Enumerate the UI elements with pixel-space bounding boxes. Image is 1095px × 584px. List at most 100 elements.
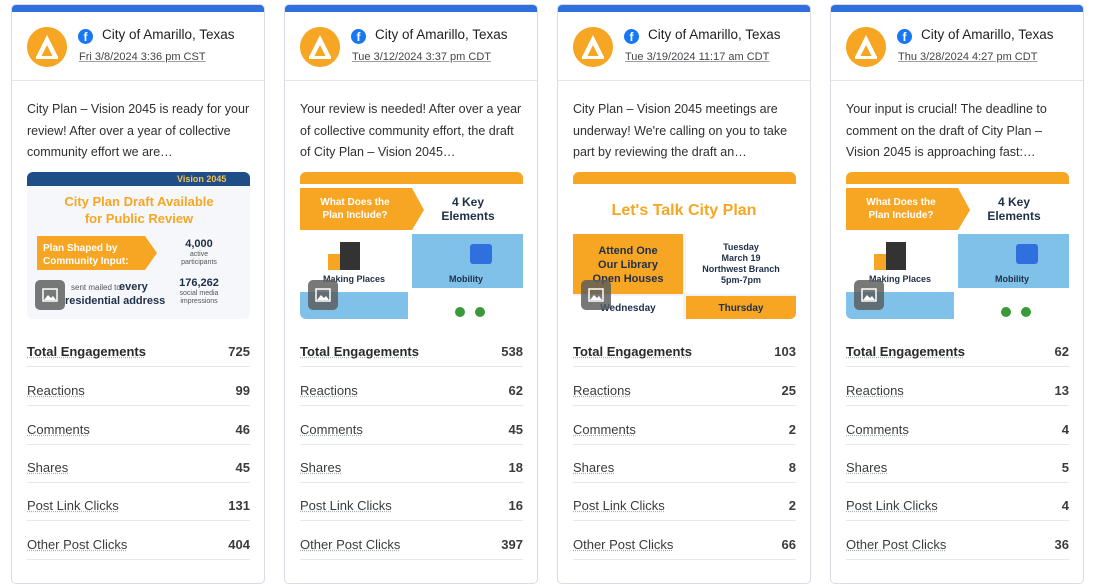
page-name[interactable]: City of Amarillo, Texas: [375, 27, 508, 42]
metric-label[interactable]: Post Link Clicks: [846, 498, 938, 513]
image-text: 4 Key: [452, 195, 484, 209]
metric-row: Shares 18: [300, 456, 523, 483]
metric-row: Other Post Clicks 66: [573, 533, 796, 560]
metric-row: Comments 2: [573, 418, 796, 445]
metric-row: Total Engagements 538: [300, 340, 523, 367]
post-image[interactable]: Vision 2045 City Plan Draft Available fo…: [27, 172, 250, 319]
page-name[interactable]: City of Amarillo, Texas: [102, 27, 235, 42]
metric-value: 16: [508, 498, 523, 513]
avatar[interactable]: [573, 27, 613, 67]
metric-label[interactable]: Shares: [846, 460, 887, 475]
post-date-link[interactable]: Tue 3/12/2024 3:37 pm CDT: [352, 51, 491, 63]
metric-row: Reactions 99: [27, 379, 250, 406]
metric-value: 397: [501, 537, 523, 552]
image-gallery-icon[interactable]: [581, 280, 611, 310]
metric-row: Post Link Clicks 16: [300, 494, 523, 521]
metric-label[interactable]: Post Link Clicks: [573, 498, 665, 513]
metric-label[interactable]: Total Engagements: [846, 344, 965, 359]
metric-row: Other Post Clicks 404: [27, 533, 250, 560]
metric-label[interactable]: Comments: [573, 422, 636, 437]
post-image[interactable]: What Does the Plan Include? 4 Key Elemen…: [846, 172, 1069, 319]
post-image[interactable]: Let's Talk City Plan Attend One Our Libr…: [573, 172, 796, 319]
metric-label[interactable]: Other Post Clicks: [300, 537, 400, 552]
post-card: f City of Amarillo, Texas Tue 3/12/2024 …: [284, 4, 538, 584]
metric-value: 2: [788, 498, 796, 513]
metric-value: 4: [1061, 498, 1069, 513]
image-text: City Plan Draft Available: [64, 194, 213, 209]
metric-row: Post Link Clicks 2: [573, 494, 796, 521]
metric-label[interactable]: Shares: [573, 460, 614, 475]
image-text: 5pm-7pm: [721, 275, 761, 285]
avatar[interactable]: [27, 27, 67, 67]
metric-label[interactable]: Reactions: [300, 383, 358, 398]
image-text: Tuesday: [723, 242, 759, 252]
metric-label[interactable]: Comments: [300, 422, 363, 437]
metric-row: Comments 46: [27, 418, 250, 445]
post-message: City Plan – Vision 2045 is ready for you…: [27, 102, 250, 159]
metric-row: Reactions 25: [573, 379, 796, 406]
metric-value: 131: [228, 498, 250, 513]
metric-label[interactable]: Other Post Clicks: [846, 537, 946, 552]
amarillo-logo-icon: [846, 27, 886, 67]
post-card: f City of Amarillo, Texas Thu 3/28/2024 …: [830, 4, 1084, 584]
image-text: for Public Review: [85, 211, 194, 226]
page-name[interactable]: City of Amarillo, Texas: [648, 27, 781, 42]
metric-label[interactable]: Post Link Clicks: [27, 498, 119, 513]
metric-label[interactable]: Other Post Clicks: [27, 537, 127, 552]
card-header: f City of Amarillo, Texas Tue 3/19/2024 …: [558, 12, 810, 81]
metric-label[interactable]: Other Post Clicks: [573, 537, 673, 552]
metric-value: 725: [228, 344, 250, 359]
metric-row: Reactions 62: [300, 379, 523, 406]
image-text: Thursday: [718, 303, 763, 314]
metric-row: Other Post Clicks 397: [300, 533, 523, 560]
post-card: f City of Amarillo, Texas Fri 3/8/2024 3…: [11, 4, 265, 584]
metric-label[interactable]: Total Engagements: [27, 344, 146, 359]
post-date-link[interactable]: Thu 3/28/2024 4:27 pm CDT: [898, 51, 1037, 63]
facebook-icon: f: [78, 29, 93, 44]
image-text: sent mailed to: [71, 283, 121, 292]
metric-label[interactable]: Comments: [846, 422, 909, 437]
metric-value: 5: [1061, 460, 1069, 475]
metric-label[interactable]: Total Engagements: [573, 344, 692, 359]
metric-value: 13: [1054, 383, 1069, 398]
metric-label[interactable]: Total Engagements: [300, 344, 419, 359]
metric-label[interactable]: Reactions: [846, 383, 904, 398]
metric-value: 538: [501, 344, 523, 359]
page-name[interactable]: City of Amarillo, Texas: [921, 27, 1054, 42]
metric-label[interactable]: Shares: [300, 460, 341, 475]
avatar[interactable]: [846, 27, 886, 67]
image-gallery-icon[interactable]: [35, 280, 65, 310]
metric-value: 45: [235, 460, 250, 475]
image-gallery-icon[interactable]: [854, 280, 884, 310]
metric-row: Other Post Clicks 36: [846, 533, 1069, 560]
image-text: What Does the: [320, 197, 390, 208]
post-message: Your review is needed! After over a year…: [300, 102, 522, 159]
post-date-link[interactable]: Tue 3/19/2024 11:17 am CDT: [625, 51, 769, 63]
image-text: active: [190, 251, 208, 258]
metric-label[interactable]: Post Link Clicks: [300, 498, 392, 513]
image-text: Plan Include?: [868, 210, 933, 221]
metric-label[interactable]: Comments: [27, 422, 90, 437]
metric-label[interactable]: Reactions: [573, 383, 631, 398]
post-date-link[interactable]: Fri 3/8/2024 3:36 pm CST: [79, 51, 206, 63]
card-header: f City of Amarillo, Texas Thu 3/28/2024 …: [831, 12, 1083, 81]
metric-value: 18: [508, 460, 523, 475]
image-text: 176,262: [179, 277, 219, 289]
metric-value: 4: [1061, 422, 1069, 437]
metric-label[interactable]: Shares: [27, 460, 68, 475]
metric-row: Shares 45: [27, 456, 250, 483]
metric-value: 62: [1054, 344, 1069, 359]
post-image[interactable]: What Does the Plan Include? 4 Key Elemen…: [300, 172, 523, 319]
metric-row: Total Engagements 62: [846, 340, 1069, 367]
metric-row: Total Engagements 725: [27, 340, 250, 367]
amarillo-logo-icon: [573, 27, 613, 67]
metric-value: 2: [788, 422, 796, 437]
image-text: Let's Talk City Plan: [612, 202, 757, 219]
metric-label[interactable]: Reactions: [27, 383, 85, 398]
avatar[interactable]: [300, 27, 340, 67]
metric-row: Post Link Clicks 4: [846, 494, 1069, 521]
image-gallery-icon[interactable]: [308, 280, 338, 310]
metric-row: Total Engagements 103: [573, 340, 796, 367]
post-card: f City of Amarillo, Texas Tue 3/19/2024 …: [557, 4, 811, 584]
image-text: Vision 2045: [177, 174, 226, 184]
